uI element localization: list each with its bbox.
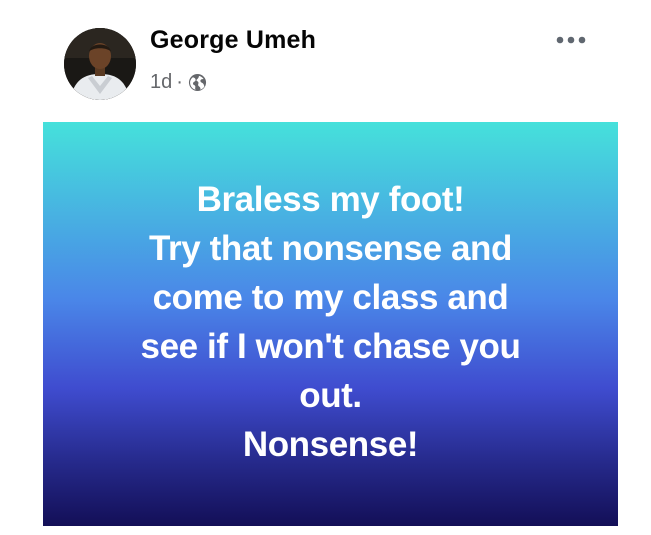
meta-separator: ·	[176, 70, 183, 93]
profile-photo-icon	[64, 28, 136, 100]
author-name[interactable]: George Umeh	[150, 26, 316, 55]
post-text-line: see if I won't chase you	[140, 327, 521, 366]
post-text-line: out.	[299, 376, 362, 415]
post-meta: 1d ·	[150, 70, 207, 94]
post-text-line: Nonsense!	[242, 425, 419, 464]
globe-icon[interactable]	[188, 73, 207, 92]
post-timestamp[interactable]: 1d	[150, 71, 172, 94]
post-text-line: Braless my foot!	[196, 180, 465, 219]
post-text-line: come to my class and	[152, 278, 509, 317]
post-text-line: Try that nonsense and	[148, 229, 513, 268]
more-options-button[interactable]	[554, 26, 588, 54]
post-text: Braless my foot! Try that nonsense and c…	[96, 175, 566, 469]
avatar[interactable]	[64, 28, 136, 100]
facebook-post: George Umeh 1d · Braless my foot! Try th…	[0, 0, 651, 535]
post-content-card[interactable]: Braless my foot! Try that nonsense and c…	[43, 122, 618, 526]
more-options-icon	[556, 36, 586, 44]
